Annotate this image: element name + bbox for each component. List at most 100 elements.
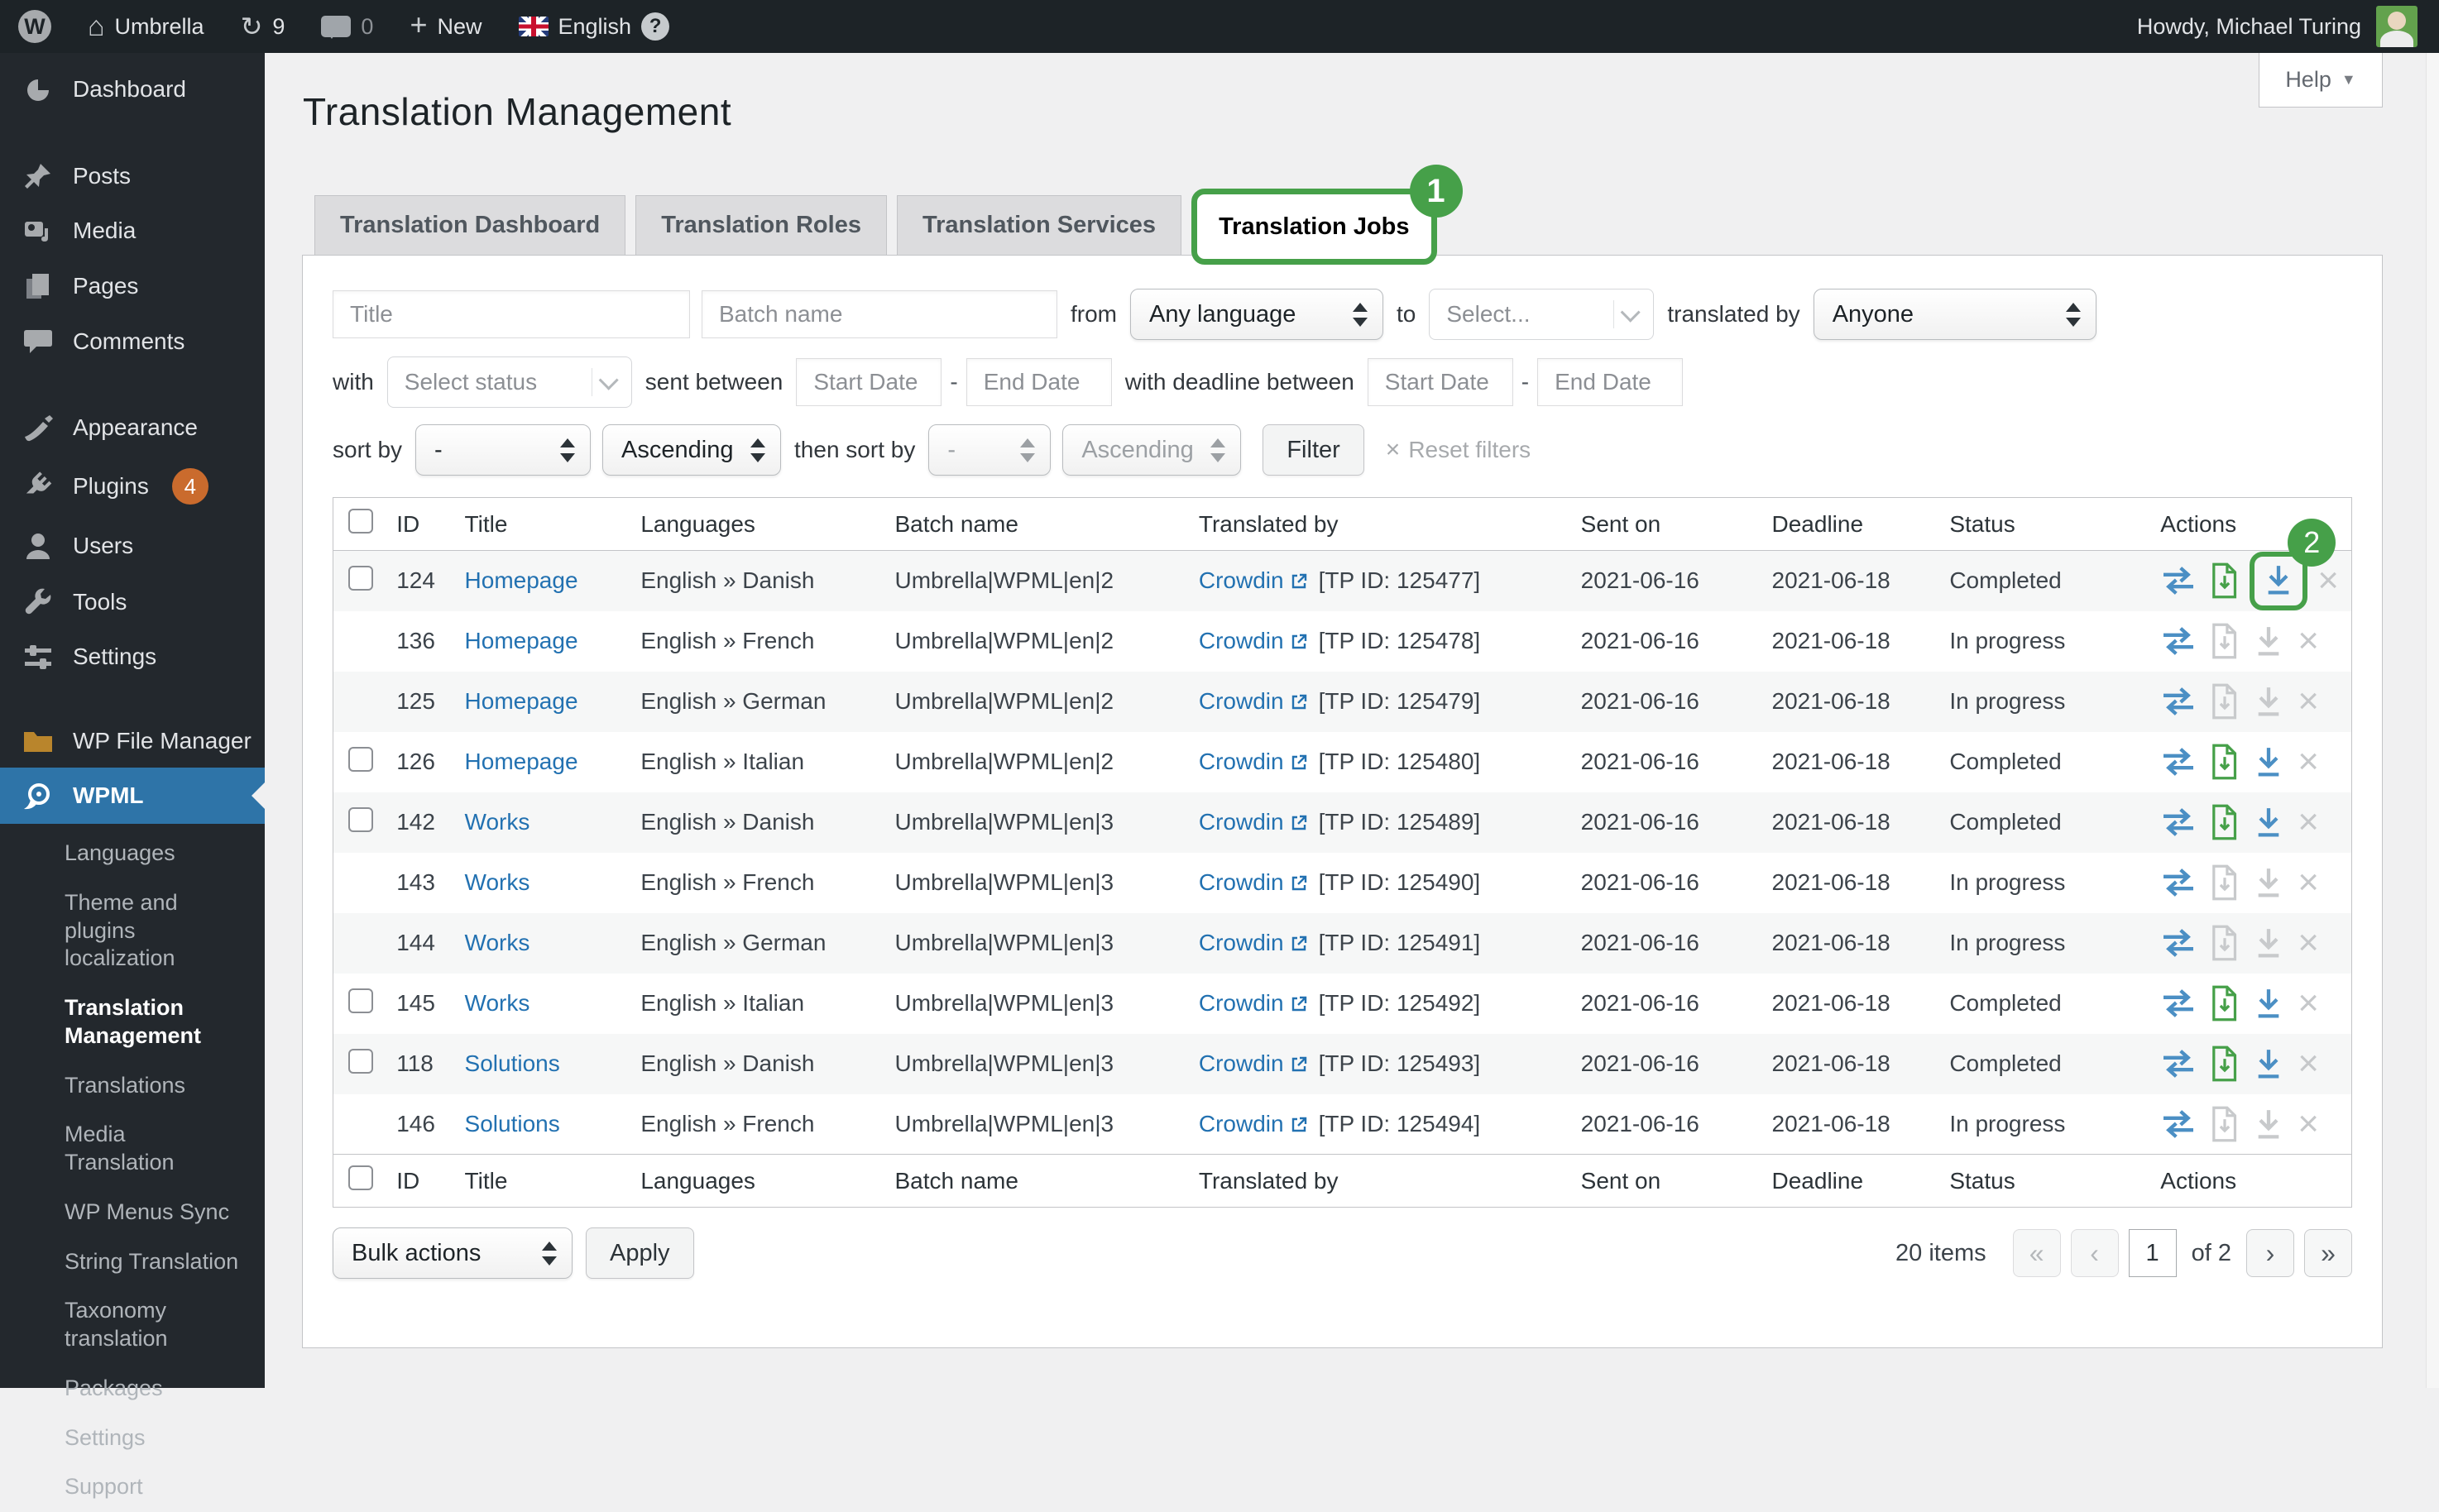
job-title-link[interactable]: Homepage xyxy=(465,749,578,774)
view-xliff-icon[interactable] xyxy=(2210,744,2240,780)
sync-translation-icon[interactable] xyxy=(2160,807,2197,837)
translation-service-link[interactable]: Crowdin xyxy=(1199,749,1284,774)
sync-translation-icon[interactable] xyxy=(2160,1049,2197,1079)
job-title-link[interactable]: Solutions xyxy=(465,1050,560,1076)
translation-service-link[interactable]: Crowdin xyxy=(1199,567,1284,593)
sidebar-item-pages[interactable]: Pages xyxy=(0,258,265,314)
download-translation-icon[interactable] xyxy=(2263,563,2294,596)
job-title-link[interactable]: Works xyxy=(465,930,530,955)
comments-menu[interactable]: 0 xyxy=(303,0,391,53)
deadline-start-date-input[interactable] xyxy=(1368,358,1513,406)
download-translation-icon[interactable] xyxy=(2253,926,2284,959)
to-language-select[interactable]: Select... xyxy=(1429,289,1654,340)
sidebar-subitem-taxonomy-translation[interactable]: Taxonomy translation xyxy=(0,1286,265,1364)
translation-service-link[interactable]: Crowdin xyxy=(1199,930,1284,955)
view-xliff-icon[interactable] xyxy=(2210,623,2240,659)
view-xliff-icon[interactable] xyxy=(2210,683,2240,720)
batch-name-filter-input[interactable] xyxy=(702,290,1057,338)
download-translation-icon[interactable] xyxy=(2253,987,2284,1020)
download-translation-icon[interactable] xyxy=(2253,624,2284,658)
prev-page-button[interactable]: ‹ xyxy=(2071,1229,2119,1277)
sidebar-subitem-translations[interactable]: Translations xyxy=(0,1061,265,1111)
sidebar-item-media[interactable]: Media xyxy=(0,203,265,258)
job-title-link[interactable]: Works xyxy=(465,990,530,1016)
sidebar-item-comments[interactable]: Comments xyxy=(0,314,265,369)
row-checkbox[interactable] xyxy=(348,1049,373,1074)
sidebar-item-wpml[interactable]: WPML xyxy=(0,768,265,824)
then-sort-by-select[interactable]: - xyxy=(928,424,1051,476)
sidebar-subitem-theme-and-plugins-localization[interactable]: Theme and plugins localization xyxy=(0,878,265,983)
download-translation-icon[interactable] xyxy=(2253,745,2284,778)
download-translation-icon[interactable] xyxy=(2253,685,2284,718)
job-title-link[interactable]: Works xyxy=(465,809,530,835)
then-sort-order-select[interactable]: Ascending xyxy=(1062,424,1241,476)
tab-translation-services[interactable]: Translation Services xyxy=(897,195,1181,255)
row-checkbox[interactable] xyxy=(348,807,373,832)
sync-translation-icon[interactable] xyxy=(2160,566,2197,596)
sidebar-subitem-media-translation[interactable]: Media Translation xyxy=(0,1110,265,1188)
download-translation-icon[interactable] xyxy=(2253,1108,2284,1141)
sidebar-item-wp-file-manager[interactable]: WP File Manager xyxy=(0,715,265,768)
view-xliff-icon[interactable] xyxy=(2210,925,2240,961)
view-xliff-icon[interactable] xyxy=(2210,804,2240,840)
job-title-link[interactable]: Solutions xyxy=(465,1111,560,1136)
job-title-link[interactable]: Homepage xyxy=(465,688,578,714)
cancel-job-icon[interactable]: × xyxy=(2298,864,2319,901)
sidebar-subitem-languages[interactable]: Languages xyxy=(0,829,265,878)
view-xliff-icon[interactable] xyxy=(2210,985,2240,1022)
select-all-checkbox[interactable] xyxy=(348,1165,373,1190)
cancel-job-icon[interactable]: × xyxy=(2298,925,2319,961)
deadline-end-date-input[interactable] xyxy=(1537,358,1683,406)
sidebar-item-posts[interactable]: Posts xyxy=(0,149,265,203)
sync-translation-icon[interactable] xyxy=(2160,626,2197,656)
translation-service-link[interactable]: Crowdin xyxy=(1199,1050,1284,1076)
row-checkbox[interactable] xyxy=(348,566,373,591)
job-title-link[interactable]: Works xyxy=(465,869,530,895)
updates-menu[interactable]: ↻ 9 xyxy=(223,0,304,53)
view-xliff-icon[interactable] xyxy=(2210,864,2240,901)
current-page-input[interactable]: 1 xyxy=(2129,1229,2177,1277)
job-title-link[interactable]: Homepage xyxy=(465,628,578,653)
title-filter-input[interactable] xyxy=(333,290,690,338)
cancel-job-icon[interactable]: × xyxy=(2298,1106,2319,1142)
sync-translation-icon[interactable] xyxy=(2160,1109,2197,1139)
sidebar-item-users[interactable]: Users xyxy=(0,518,265,574)
sidebar-subitem-string-translation[interactable]: String Translation xyxy=(0,1237,265,1287)
select-all-checkbox[interactable] xyxy=(348,509,373,534)
filter-button[interactable]: Filter xyxy=(1263,424,1363,476)
translated-by-select[interactable]: Anyone xyxy=(1814,289,2096,340)
cancel-job-icon[interactable]: × xyxy=(2298,683,2319,720)
download-translation-icon[interactable] xyxy=(2253,866,2284,899)
status-select[interactable]: Select status xyxy=(387,356,632,408)
sync-translation-icon[interactable] xyxy=(2160,988,2197,1018)
sidebar-item-tools[interactable]: Tools xyxy=(0,574,265,630)
download-translation-icon[interactable] xyxy=(2253,806,2284,839)
job-title-link[interactable]: Homepage xyxy=(465,567,578,593)
sidebar-subitem-settings[interactable]: Settings xyxy=(0,1414,265,1463)
translation-service-link[interactable]: Crowdin xyxy=(1199,1111,1284,1136)
translation-service-link[interactable]: Crowdin xyxy=(1199,809,1284,835)
user-avatar[interactable] xyxy=(2376,6,2417,47)
translation-service-link[interactable]: Crowdin xyxy=(1199,628,1284,653)
sidebar-item-dashboard[interactable]: Dashboard xyxy=(0,61,265,117)
first-page-button[interactable]: « xyxy=(2013,1229,2061,1277)
bulk-actions-select[interactable]: Bulk actions xyxy=(333,1227,573,1279)
new-content-menu[interactable]: + New xyxy=(391,0,500,53)
language-switcher[interactable]: English ? xyxy=(501,0,688,53)
translation-service-link[interactable]: Crowdin xyxy=(1199,990,1284,1016)
next-page-button[interactable]: › xyxy=(2246,1229,2294,1277)
tab-translation-roles[interactable]: Translation Roles xyxy=(635,195,887,255)
translation-service-link[interactable]: Crowdin xyxy=(1199,869,1284,895)
row-checkbox[interactable] xyxy=(348,988,373,1013)
sync-translation-icon[interactable] xyxy=(2160,928,2197,958)
sent-end-date-input[interactable] xyxy=(966,358,1112,406)
view-xliff-icon[interactable] xyxy=(2210,1106,2240,1142)
cancel-job-icon[interactable]: × xyxy=(2298,744,2319,780)
sidebar-subitem-packages[interactable]: Packages xyxy=(0,1364,265,1414)
from-language-select[interactable]: Any language xyxy=(1130,289,1383,340)
sync-translation-icon[interactable] xyxy=(2160,687,2197,716)
tab-translation-dashboard[interactable]: Translation Dashboard xyxy=(314,195,625,255)
sort-order-select[interactable]: Ascending xyxy=(602,424,781,476)
view-xliff-icon[interactable] xyxy=(2210,1045,2240,1082)
download-translation-icon[interactable] xyxy=(2253,1047,2284,1080)
